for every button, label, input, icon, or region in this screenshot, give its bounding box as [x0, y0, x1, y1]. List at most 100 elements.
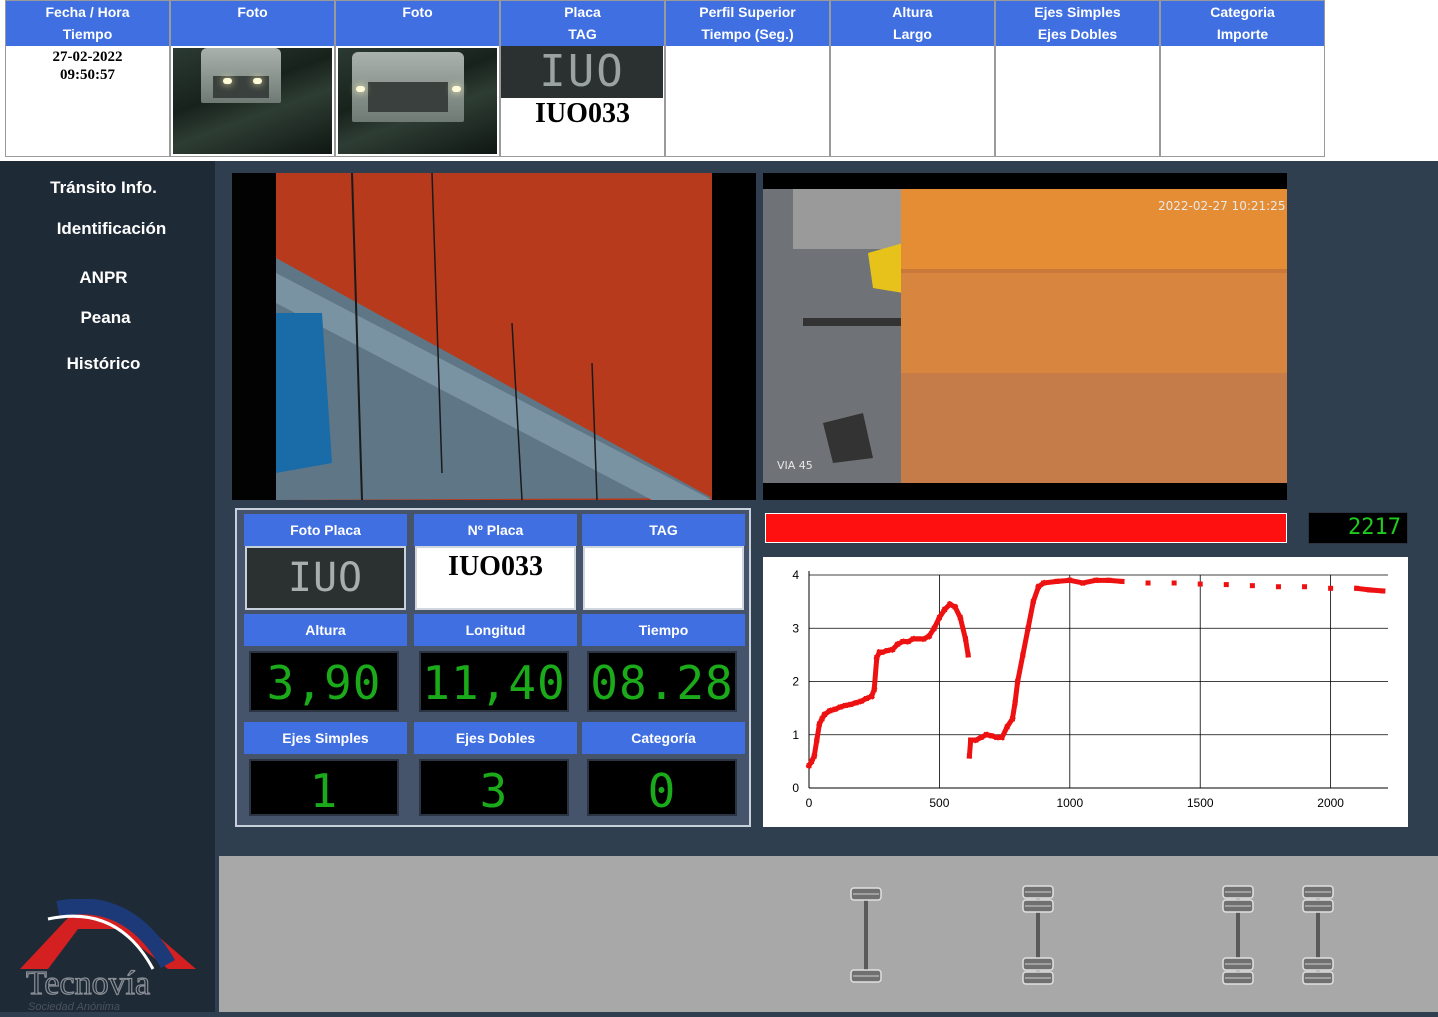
col-fecha-line2: Tiempo — [62, 26, 113, 42]
chart-y-tick-label: 4 — [792, 568, 799, 582]
camera-lane-label: VIA 45 — [777, 459, 813, 472]
company-logo: Tecnovía Sociedad Anónima — [18, 898, 203, 1013]
nav-transito-info[interactable]: Tránsito Info. — [0, 178, 207, 198]
num-placa-box: IUO033 — [415, 546, 576, 610]
col-ejes-header[interactable]: Ejes Simples Ejes Dobles — [996, 1, 1159, 46]
col-fecha: Fecha / Hora Tiempo 27-02-2022 09:50:57 — [5, 0, 170, 157]
ejes-simples-display: 1 — [249, 759, 399, 818]
col-altura-header[interactable]: Altura Largo — [831, 1, 994, 46]
nav-historico[interactable]: Histórico — [0, 354, 207, 374]
chart-segment — [1019, 625, 1032, 658]
chart-segment — [1025, 598, 1037, 632]
col-categoria: Categoria Importe — [1160, 0, 1325, 157]
col-altura-line1: Altura — [892, 4, 933, 20]
col-fecha-line1: Fecha / Hora — [45, 4, 130, 20]
transit-table: Fecha / Hora Tiempo 27-02-2022 09:50:57 … — [0, 0, 1438, 161]
col-categoria-header[interactable]: Categoria Importe — [1161, 1, 1324, 46]
chart-segment — [1012, 678, 1021, 706]
col-categoria-line1: Categoria — [1210, 4, 1275, 20]
col-placa-line2: TAG — [568, 26, 597, 42]
col-perfil-line2: Tiempo (Seg.) — [701, 26, 794, 42]
chart-y-tick-label: 3 — [792, 621, 799, 635]
plate-crop-image: IUO 033 — [501, 46, 663, 98]
chart-segment — [1367, 587, 1386, 594]
num-placa-cell: Nº Placa IUO033 — [414, 514, 577, 610]
logo-subtext: Sociedad Anónima — [28, 1001, 120, 1012]
sidebar: Tránsito Info. Identificación ANPR Peana… — [0, 161, 215, 1013]
col-perfil: Perfil Superior Tiempo (Seg.) — [665, 0, 830, 157]
chart-x-tick-label: 1500 — [1187, 796, 1214, 810]
camera-timestamp: 2022-02-27 10:21:25 — [1158, 199, 1286, 213]
altura-display: 3,90 — [249, 651, 399, 712]
sample-counter: 2217 — [1308, 512, 1408, 544]
profile-chart-svg: 0 1 2 3 4 0 500 1000 1500 2000 — [792, 568, 1388, 810]
ejes-dobles-header: Ejes Dobles — [414, 722, 577, 754]
longitud-header: Longitud — [414, 614, 577, 646]
chart-point — [1171, 580, 1177, 586]
foto-placa-header: Foto Placa — [244, 514, 407, 546]
col-foto-2-header[interactable]: Foto — [336, 1, 499, 46]
col-placa-line1: Placa — [564, 4, 601, 20]
chart-segment — [962, 636, 971, 658]
row-date: 27-02-2022 — [52, 49, 123, 65]
col-fecha-header[interactable]: Fecha / Hora Tiempo — [6, 1, 169, 46]
nav-identificacion[interactable]: Identificación — [8, 219, 215, 239]
chart-y-tick-label: 0 — [792, 781, 799, 795]
vehicle-photo-2[interactable] — [338, 48, 497, 154]
tag-box — [583, 546, 744, 610]
chart-y-tick-label: 1 — [792, 728, 799, 742]
vehicle-data-panel: Foto Placa IUO 033 Nº Placa IUO033 TAG A… — [235, 508, 751, 827]
camera-feed-left[interactable] — [232, 173, 756, 500]
ejes-dobles-display: 3 — [419, 759, 569, 818]
col-perfil-header[interactable]: Perfil Superior Tiempo (Seg.) — [666, 1, 829, 46]
ejes-simples-header: Ejes Simples — [244, 722, 407, 754]
vehicle-photo-1[interactable] — [173, 48, 332, 154]
longitud-cell: Longitud 11,40 — [414, 614, 577, 718]
row-time: 09:50:57 — [60, 67, 115, 83]
chart-segment — [871, 654, 880, 693]
col-ejes-line2: Ejes Dobles — [1037, 26, 1118, 42]
longitud-display: 11,40 — [419, 651, 569, 712]
col-categoria-line2: Importe — [1216, 26, 1269, 42]
chart-point — [1302, 584, 1308, 590]
num-placa-header: Nº Placa — [414, 514, 577, 546]
tiempo-display: 08.28 — [587, 651, 737, 712]
nav-anpr[interactable]: ANPR — [0, 268, 207, 288]
foto-placa-cell: Foto Placa IUO 033 — [244, 514, 407, 661]
chart-point — [1197, 581, 1203, 587]
col-foto-1: Foto — [170, 0, 335, 157]
profile-chart: 0 1 2 3 4 0 500 1000 1500 2000 — [763, 557, 1408, 827]
col-placa-header[interactable]: Placa TAG — [501, 1, 664, 46]
col-ejes-line1: Ejes Simples — [1034, 4, 1121, 20]
col-perfil-line1: Perfil Superior — [699, 4, 796, 20]
ejes-dobles-cell: Ejes Dobles 3 — [414, 722, 577, 822]
tiempo-cell: Tiempo 08.28 — [582, 614, 745, 718]
chart-segment — [957, 614, 969, 642]
tag-cell: TAG — [582, 514, 745, 610]
categoria-display: 0 — [587, 759, 737, 818]
chart-point — [1249, 583, 1255, 589]
col-foto-1-header[interactable]: Foto — [171, 1, 334, 46]
camera-feed-right[interactable]: 2022-02-27 10:21:25 VIA 45 — [763, 173, 1287, 500]
altura-cell: Altura 3,90 — [244, 614, 407, 718]
col-ejes: Ejes Simples Ejes Dobles — [995, 0, 1160, 157]
chart-x-tick-label: 1000 — [1056, 796, 1083, 810]
nav-peana[interactable]: Peana — [2, 308, 209, 328]
status-progress-bar — [765, 513, 1287, 543]
chart-point — [1275, 584, 1281, 590]
col-altura-line2: Largo — [893, 26, 932, 42]
tag-header: TAG — [582, 514, 745, 546]
chart-segment — [1014, 651, 1026, 685]
chart-x-tick-label: 2000 — [1317, 796, 1344, 810]
chart-y-tick-label: 2 — [792, 675, 799, 689]
chart-point — [1145, 580, 1151, 586]
axle-diagram-area — [219, 856, 1438, 1012]
chart-x-tick-label: 0 — [806, 796, 813, 810]
categoria-header: Categoría — [582, 722, 745, 754]
chart-segment — [1106, 577, 1125, 585]
col-altura: Altura Largo — [830, 0, 995, 157]
chart-point — [1328, 585, 1334, 591]
plate-photo[interactable]: IUO 033 — [245, 546, 406, 661]
num-placa-value: IUO033 — [448, 551, 543, 582]
chart-point — [1223, 582, 1229, 588]
